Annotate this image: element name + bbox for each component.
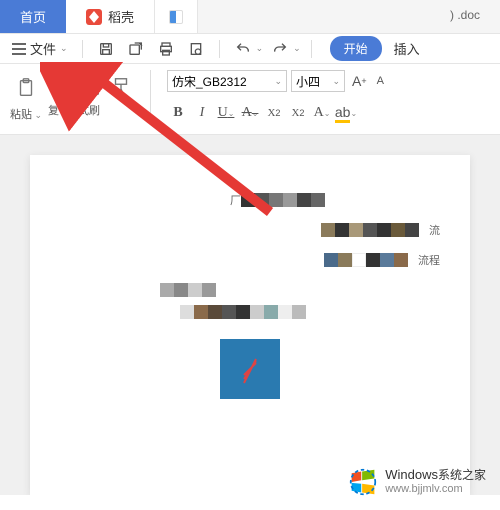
tab-home[interactable]: 首页: [0, 0, 66, 33]
redo-icon: [267, 37, 293, 61]
chevron-down-icon: ⌄: [32, 110, 42, 120]
docshell-icon: [86, 9, 102, 25]
divider: [150, 70, 151, 114]
insert-tab-label: 插入: [394, 42, 420, 57]
clipboard-group: 粘贴 ⌄ 复格式刷: [8, 70, 134, 124]
file-menu-label: 文件: [30, 39, 56, 58]
document-title: ) .doc: [450, 8, 480, 22]
paste-label: 粘贴: [10, 109, 32, 121]
tab-bar: 首页 稻壳: [0, 0, 500, 34]
highlight-button[interactable]: ab⌄: [335, 102, 357, 124]
chevron-down-icon: ⌄: [256, 43, 264, 54]
print-icon[interactable]: [153, 37, 179, 61]
undo-icon: [230, 37, 256, 61]
font-size-value: 小四: [296, 73, 320, 90]
grow-font-button[interactable]: A+: [349, 70, 370, 92]
cut-icon[interactable]: [48, 74, 74, 100]
insert-tab[interactable]: 插入: [386, 39, 428, 58]
font-name-value: 仿宋_GB2312: [172, 73, 247, 90]
copy-icon[interactable]: [78, 74, 104, 100]
format-painter-label: 格式刷: [67, 102, 100, 118]
logo-card: [220, 339, 280, 399]
chevron-down-icon: ⌄: [60, 43, 68, 54]
menu-bar: 文件 ⌄ ⌄ ⌄ 开始 插入: [0, 34, 500, 64]
chevron-down-icon: ⌄: [332, 76, 340, 87]
bold-button[interactable]: B: [167, 102, 189, 124]
superscript-button[interactable]: X2: [263, 102, 285, 124]
document-canvas[interactable]: 厂 流 流程: [0, 135, 500, 495]
preview-icon[interactable]: [183, 37, 209, 61]
doc-text: 流: [429, 222, 440, 238]
doc-text: 厂: [230, 192, 241, 208]
strikethrough-button[interactable]: A⌄: [239, 102, 261, 124]
divider: [219, 40, 220, 58]
undo-button[interactable]: ⌄: [230, 37, 264, 61]
divider: [82, 40, 83, 58]
page: 厂 流 流程: [30, 155, 470, 495]
underline-button[interactable]: U⌄: [215, 102, 237, 124]
font-group: 仿宋_GB2312 ⌄ 小四 ⌄ A+ A B I U⌄ A⌄ X2 X2 A⌄ a…: [167, 70, 387, 124]
tab-docshell-label: 稻壳: [108, 7, 134, 26]
paste-icon: [8, 70, 44, 106]
shrink-font-button[interactable]: A: [374, 70, 387, 92]
chevron-down-icon: ⌄: [293, 43, 301, 54]
file-menu[interactable]: 文件 ⌄: [8, 37, 72, 60]
font-size-select[interactable]: 小四 ⌄: [291, 70, 345, 92]
font-effect-button[interactable]: A⌄: [311, 102, 333, 124]
doc-text: 流程: [418, 252, 440, 268]
save-as-icon[interactable]: [123, 37, 149, 61]
divider: [311, 40, 312, 58]
tab-blank[interactable]: [155, 0, 198, 33]
redo-button[interactable]: ⌄: [267, 37, 301, 61]
watermark-sub1: 系统之家: [438, 468, 486, 482]
start-tab[interactable]: 开始: [330, 36, 382, 61]
start-tab-label: 开始: [344, 42, 368, 56]
tab-home-label: 首页: [20, 7, 46, 26]
ribbon-toolbar: 粘贴 ⌄ 复格式刷 仿宋_GB2312 ⌄ 小四 ⌄ A+ A B I U⌄ A⌄: [0, 64, 500, 135]
italic-button[interactable]: I: [191, 102, 213, 124]
format-painter-icon[interactable]: [108, 74, 134, 100]
blank-flag-icon: [169, 10, 183, 24]
save-icon[interactable]: [93, 37, 119, 61]
chevron-down-icon: ⌄: [274, 76, 282, 87]
watermark-main: Windows: [385, 467, 438, 482]
watermark-url: www.bjjmlv.com: [385, 483, 486, 496]
windows-logo-icon: [349, 468, 377, 496]
tab-docshell[interactable]: 稻壳: [66, 0, 155, 33]
hamburger-icon: [12, 43, 26, 55]
watermark: Windows系统之家 www.bjjmlv.com: [349, 467, 486, 496]
font-name-select[interactable]: 仿宋_GB2312 ⌄: [167, 70, 287, 92]
subscript-button[interactable]: X2: [287, 102, 309, 124]
copy-label: 复: [48, 102, 59, 118]
paste-button[interactable]: 粘贴 ⌄: [8, 70, 44, 122]
